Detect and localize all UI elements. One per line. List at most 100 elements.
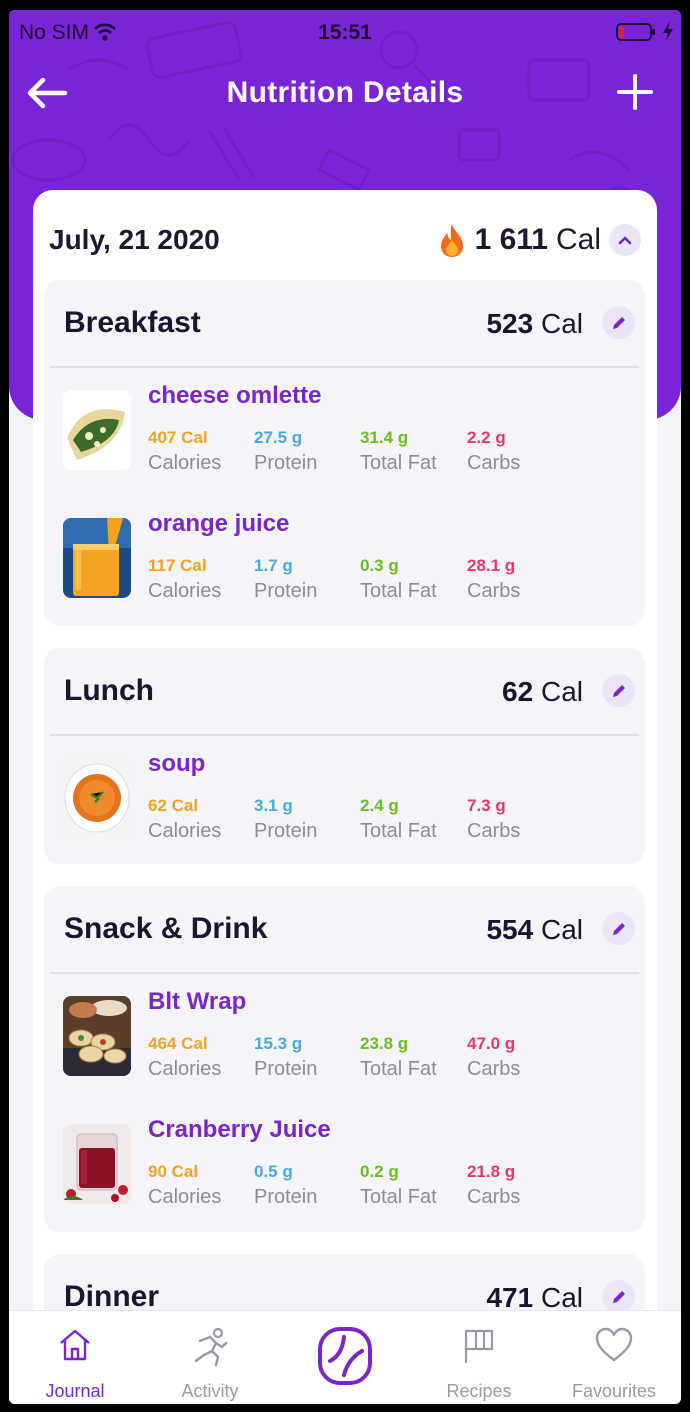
flag-icon bbox=[419, 1327, 539, 1365]
carbs-stat: 7.3 g Carbs bbox=[467, 796, 520, 843]
pencil-icon bbox=[612, 922, 625, 935]
plus-icon bbox=[617, 74, 653, 110]
carbs-label: Carbs bbox=[467, 580, 521, 602]
meal-calories: 523 Cal bbox=[486, 308, 583, 340]
chevron-up-icon bbox=[618, 236, 632, 245]
calories-value: 464 Cal bbox=[148, 1034, 208, 1053]
protein-label: Protein bbox=[254, 1186, 318, 1208]
edit-meal-button[interactable] bbox=[602, 912, 635, 945]
pencil-icon bbox=[612, 684, 625, 697]
tab-recipes[interactable]: Recipes bbox=[419, 1311, 539, 1404]
calories-label: Calories bbox=[148, 1058, 222, 1080]
calories-value: 62 Cal bbox=[148, 796, 199, 815]
fat-label: Total Fat bbox=[360, 1058, 437, 1080]
nutrition-card: July, 21 2020 1 611 Cal Breakfast 523 Ca… bbox=[33, 190, 657, 1310]
tab-home-logo[interactable] bbox=[285, 1311, 405, 1404]
fat-label: Total Fat bbox=[360, 452, 437, 474]
edit-meal-button[interactable] bbox=[602, 306, 635, 339]
carbs-label: Carbs bbox=[467, 452, 521, 474]
protein-stat: 0.5 g Protein bbox=[254, 1162, 317, 1209]
tab-label: Activity bbox=[181, 1381, 239, 1401]
calories-stat: 464 Cal Calories bbox=[148, 1034, 221, 1081]
protein-value: 1.7 g bbox=[254, 556, 293, 575]
fat-value: 0.3 g bbox=[360, 556, 399, 575]
meal-calories-value: 62 bbox=[502, 676, 534, 707]
carbs-stat: 28.1 g Carbs bbox=[467, 556, 520, 603]
meal-calories: 62 Cal bbox=[502, 676, 583, 708]
calories-stat: 62 Cal Calories bbox=[148, 796, 221, 843]
tab-journal[interactable]: Journal bbox=[15, 1311, 135, 1404]
carbs-value: 2.2 g bbox=[467, 428, 506, 447]
calories-stat: 90 Cal Calories bbox=[148, 1162, 221, 1209]
carbs-label: Carbs bbox=[467, 1186, 521, 1208]
fat-stat: 23.8 g Total Fat bbox=[360, 1034, 437, 1081]
date-label: July, 21 2020 bbox=[49, 224, 220, 255]
pencil-icon bbox=[612, 1290, 625, 1303]
food-item[interactable]: orange juice 117 Cal Calories 1.7 g Protei… bbox=[44, 494, 645, 622]
tab-activity[interactable]: Activity bbox=[150, 1311, 270, 1404]
app-logo-icon bbox=[285, 1325, 405, 1387]
tab-favourites[interactable]: Favourites bbox=[554, 1311, 674, 1404]
edit-meal-button[interactable] bbox=[602, 1280, 635, 1310]
food-item[interactable]: Cranberry Juice 90 Cal Calories 0.5 g Prot… bbox=[44, 1100, 645, 1228]
fat-stat: 31.4 g Total Fat bbox=[360, 428, 437, 475]
protein-label: Protein bbox=[254, 820, 318, 842]
cranberry-juice-image bbox=[63, 1124, 131, 1204]
meal-calories-unit: Cal bbox=[540, 914, 583, 945]
tab-label: Journal bbox=[45, 1381, 105, 1401]
collapse-button[interactable] bbox=[609, 224, 641, 256]
food-item[interactable]: soup 62 Cal Calories 3.1 g Protein 2.4 g To… bbox=[44, 734, 645, 862]
food-name: soup bbox=[148, 750, 206, 777]
edit-meal-button[interactable] bbox=[602, 674, 635, 707]
protein-stat: 15.3 g Protein bbox=[254, 1034, 317, 1081]
carbs-value: 28.1 g bbox=[467, 556, 516, 575]
tab-label: Favourites bbox=[571, 1381, 657, 1401]
food-name: Cranberry Juice bbox=[148, 1116, 331, 1143]
fat-stat: 0.3 g Total Fat bbox=[360, 556, 437, 603]
calories-value: 117 Cal bbox=[148, 556, 207, 575]
protein-stat: 1.7 g Protein bbox=[254, 556, 317, 603]
fat-value: 2.4 g bbox=[360, 796, 399, 815]
fat-value: 23.8 g bbox=[360, 1034, 409, 1053]
scroll-content[interactable]: July, 21 2020 1 611 Cal Breakfast 523 Ca… bbox=[33, 190, 657, 1310]
tab-label: Recipes bbox=[446, 1381, 512, 1401]
food-item[interactable]: cheese omlette 407 Cal Calories 27.5 g Pro… bbox=[44, 366, 645, 494]
meal-calories-value: 523 bbox=[486, 308, 534, 339]
calories-label: Calories bbox=[148, 580, 222, 602]
fat-label: Total Fat bbox=[360, 820, 437, 842]
cheese-omelette-image bbox=[63, 390, 131, 470]
meal-card-snack: Snack & Drink 554 Cal Blt Wrap 464 Cal Ca… bbox=[44, 886, 645, 1232]
carbs-value: 7.3 g bbox=[467, 796, 506, 815]
total-calories-value: 1 611 bbox=[474, 223, 548, 256]
meal-card-lunch: Lunch 62 Cal soup 62 Cal Calories 3.1 g Pr… bbox=[44, 648, 645, 864]
carbs-stat: 47.0 g Carbs bbox=[467, 1034, 520, 1081]
carbs-label: Carbs bbox=[467, 820, 521, 842]
calories-label: Calories bbox=[148, 820, 222, 842]
calories-stat: 117 Cal Calories bbox=[148, 556, 221, 603]
fat-label: Total Fat bbox=[360, 1186, 437, 1208]
fat-stat: 0.2 g Total Fat bbox=[360, 1162, 437, 1209]
add-button[interactable] bbox=[613, 70, 657, 114]
meal-calories-unit: Cal bbox=[540, 308, 583, 339]
fat-value: 0.2 g bbox=[360, 1162, 399, 1181]
carbs-stat: 2.2 g Carbs bbox=[467, 428, 520, 475]
charging-icon bbox=[661, 20, 675, 47]
orange-juice-image bbox=[63, 518, 131, 598]
blt-wrap-image bbox=[63, 996, 131, 1076]
meal-name: Snack & Drink bbox=[64, 912, 268, 945]
meal-calories-value: 471 bbox=[486, 1282, 534, 1310]
meal-header: Snack & Drink 554 Cal bbox=[44, 886, 645, 974]
food-item[interactable]: Blt Wrap 464 Cal Calories 15.3 g Protein 2… bbox=[44, 972, 645, 1100]
food-name: cheese omlette bbox=[148, 382, 322, 409]
protein-stat: 3.1 g Protein bbox=[254, 796, 317, 843]
app-screen: No SIM 15:51 Nutrition Details July, 21 … bbox=[9, 10, 681, 1404]
bottom-tab-bar: Journal Activity Recipes Favourites bbox=[9, 1310, 681, 1404]
meal-calories-value: 554 bbox=[486, 914, 534, 945]
calories-value: 407 Cal bbox=[148, 428, 208, 447]
total-calories: 1 611 Cal bbox=[437, 222, 601, 258]
meal-name: Breakfast bbox=[64, 306, 201, 339]
meal-calories: 471 Cal bbox=[486, 1282, 583, 1310]
fire-icon bbox=[440, 224, 463, 257]
meal-header: Breakfast 523 Cal bbox=[44, 280, 645, 368]
meal-calories-unit: Cal bbox=[540, 1282, 583, 1310]
